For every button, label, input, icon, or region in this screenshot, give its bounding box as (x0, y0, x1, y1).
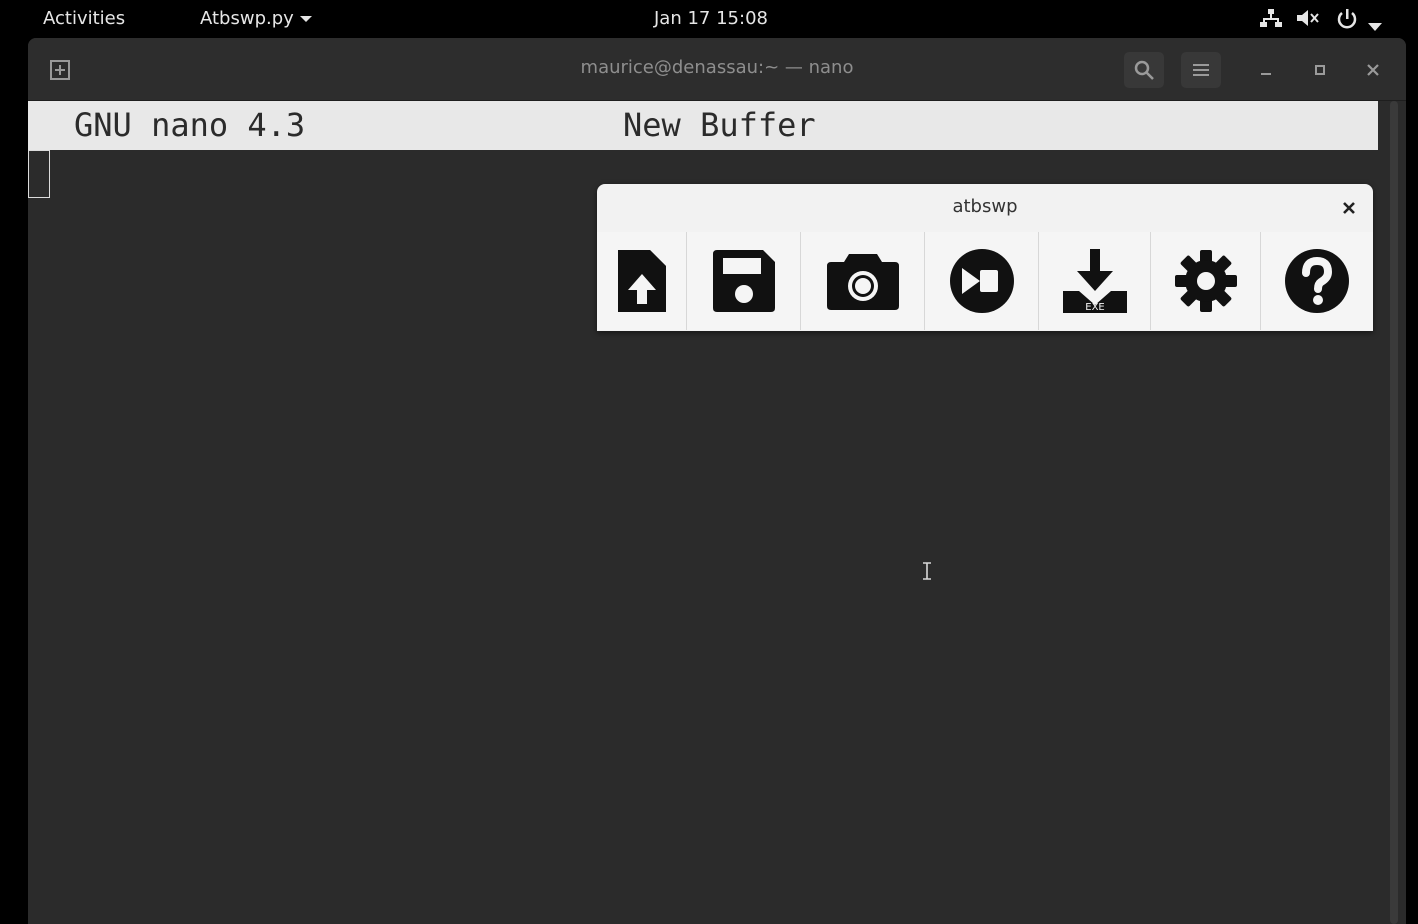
activities-button[interactable]: Activities (43, 8, 125, 29)
network-icon[interactable] (1260, 8, 1282, 33)
volume-muted-icon[interactable] (1296, 8, 1322, 33)
nano-version: GNU nano 4.3 (74, 106, 306, 144)
help-button[interactable] (1261, 232, 1373, 330)
nano-buffer-name: New Buffer (623, 106, 816, 144)
hamburger-menu-icon[interactable] (1181, 52, 1221, 88)
nano-title-bar: GNU nano 4.3 New Buffer (28, 101, 1378, 150)
atbswp-title: atbswp (952, 196, 1018, 217)
download-exe-icon: EXE (1062, 249, 1127, 313)
floppy-disk-icon (712, 250, 775, 312)
atbswp-window: atbswp EXE (597, 184, 1373, 331)
camera-icon (826, 254, 899, 310)
terminal-headerbar: maurice@denassau:~ — nano (28, 38, 1406, 101)
app-menu[interactable]: Atbswp.py (200, 8, 312, 29)
load-file-button[interactable] (597, 232, 687, 330)
gear-icon (1174, 250, 1237, 312)
question-circle-icon (1285, 249, 1349, 313)
save-button[interactable] (687, 232, 801, 330)
close-icon[interactable] (1353, 52, 1393, 88)
exe-label: EXE (1085, 302, 1105, 313)
maximize-icon[interactable] (1300, 52, 1340, 88)
close-icon[interactable] (1337, 196, 1361, 220)
text-cursor (28, 150, 50, 198)
app-menu-label: Atbswp.py (200, 8, 294, 29)
search-icon[interactable] (1124, 52, 1164, 88)
settings-button[interactable] (1151, 232, 1261, 330)
file-upload-icon (617, 250, 666, 312)
minimize-icon[interactable] (1246, 52, 1286, 88)
play-circle-icon (949, 249, 1014, 313)
ibeam-cursor-icon (922, 562, 932, 580)
clock[interactable]: Jan 17 15:08 (654, 8, 768, 29)
record-button[interactable] (801, 232, 925, 330)
chevron-down-icon[interactable] (1368, 15, 1382, 36)
atbswp-toolbar: EXE (597, 232, 1373, 330)
terminal-scrollbar[interactable] (1390, 101, 1398, 924)
power-icon[interactable] (1336, 8, 1358, 35)
terminal-window: maurice@denassau:~ — nano GNU nano 4.3 N… (28, 38, 1406, 924)
compile-button[interactable]: EXE (1039, 232, 1151, 330)
gnome-top-bar: Activities Atbswp.py Jan 17 15:08 (0, 0, 1418, 38)
chevron-down-icon (299, 16, 312, 22)
play-button[interactable] (925, 232, 1039, 330)
